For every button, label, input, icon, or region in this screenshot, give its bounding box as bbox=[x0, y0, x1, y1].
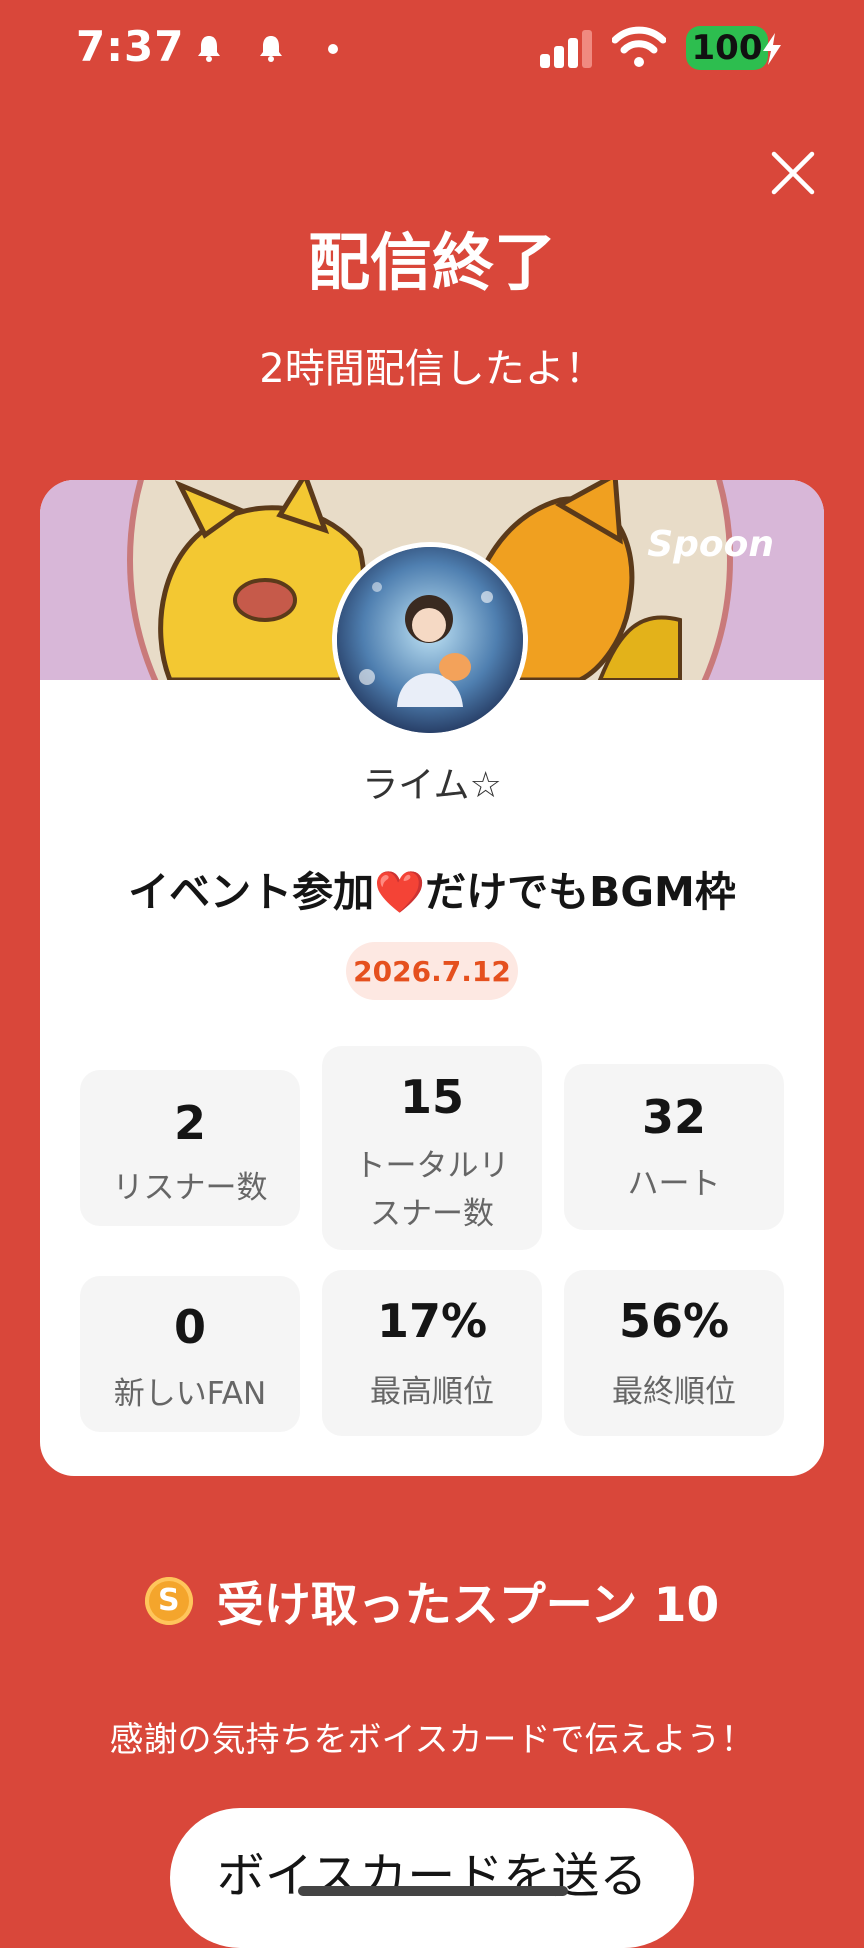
send-voice-card-button[interactable]: ボイスカードを送る bbox=[170, 1808, 694, 1948]
page-subtitle: 2時間配信したよ！ bbox=[259, 346, 605, 392]
notification-dot bbox=[328, 44, 338, 54]
stat-value: 0 bbox=[173, 1300, 206, 1354]
wifi-icon bbox=[612, 26, 666, 67]
live-summary-card: Spoon ライム☆ イベント参加❤️だけでもBGM枠 2026.7.12 2 … bbox=[40, 480, 824, 1476]
close-icon[interactable] bbox=[768, 148, 818, 198]
battery-indicator: 100 bbox=[686, 26, 768, 70]
live-title: イベント参加❤️だけでもBGM枠 bbox=[128, 868, 736, 916]
stat-value: 17% bbox=[376, 1294, 488, 1348]
stat-label: 最高順位 bbox=[370, 1374, 494, 1410]
stat-value: 15 bbox=[399, 1070, 464, 1124]
page-title: 配信終了 bbox=[307, 226, 556, 299]
received-spoons: S 受け取ったスプーン 10 bbox=[0, 1566, 864, 1635]
stat-value: 32 bbox=[641, 1090, 706, 1144]
home-indicator bbox=[298, 1886, 568, 1896]
stat-label: 最終順位 bbox=[612, 1374, 736, 1410]
status-bar: 7:37 100 bbox=[0, 0, 864, 100]
charging-bolt-icon bbox=[763, 33, 781, 65]
stat-label: ハート bbox=[627, 1166, 721, 1202]
cellular-signal-icon bbox=[540, 28, 596, 68]
status-time: 7:37 bbox=[76, 22, 185, 71]
stat-label: トータルリスナー数 bbox=[354, 1148, 510, 1232]
received-spoons-text: 受け取ったスプーン 10 bbox=[216, 1578, 720, 1633]
avatar bbox=[332, 542, 528, 738]
stat-total-listeners: 15 トータルリスナー数 bbox=[322, 1046, 542, 1250]
stat-label: 新しいFAN bbox=[113, 1376, 267, 1412]
stat-listeners: 2 リスナー数 bbox=[80, 1070, 300, 1226]
stat-final-rank: 56% 最終順位 bbox=[564, 1270, 784, 1436]
stat-highest-rank: 17% 最高順位 bbox=[322, 1270, 542, 1436]
username: ライム☆ bbox=[362, 765, 502, 806]
bell-icon bbox=[198, 36, 220, 62]
stat-new-fans: 0 新しいFAN bbox=[80, 1276, 300, 1432]
stat-value: 2 bbox=[173, 1096, 206, 1150]
stat-hearts: 32 ハート bbox=[564, 1064, 784, 1230]
spoon-coin-icon: S bbox=[144, 1576, 193, 1625]
spoon-logo: Spoon bbox=[647, 524, 774, 565]
stat-label: リスナー数 bbox=[112, 1170, 268, 1206]
date-badge: 2026.7.12 bbox=[346, 942, 518, 1000]
stat-value: 56% bbox=[618, 1294, 730, 1348]
thanks-message: 感謝の気持ちをボイスカードで伝えよう！ bbox=[109, 1720, 755, 1760]
bell-icon bbox=[260, 36, 282, 62]
